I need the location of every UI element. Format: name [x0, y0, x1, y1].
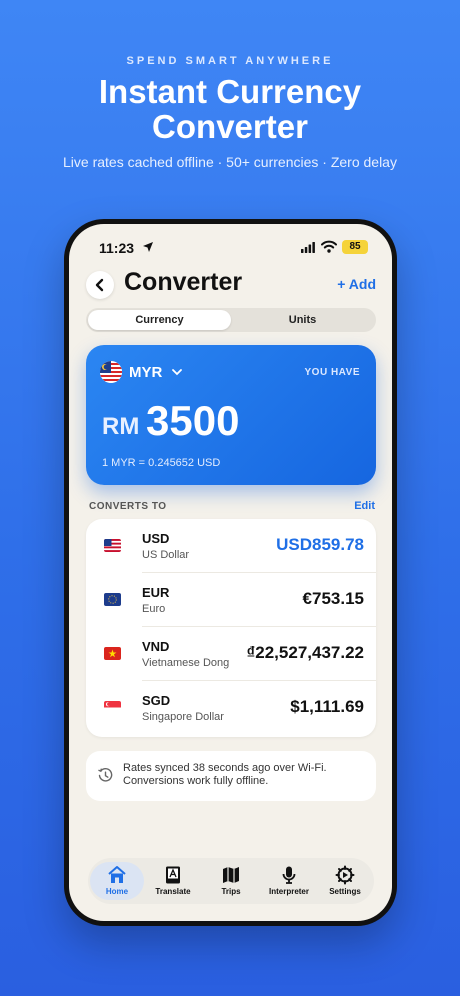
chevron-left-icon: [95, 278, 104, 292]
location-arrow-icon: [143, 242, 153, 252]
cellular-signal-icon: [301, 242, 315, 253]
tab-home[interactable]: Home: [90, 858, 144, 904]
microphone-icon: [282, 866, 296, 884]
eu-flag-icon: [104, 593, 121, 606]
sync-status-text: Rates synced 38 seconds ago over Wi-Fi. …: [123, 762, 368, 788]
hero-subline: Live rates cached offline · 50+ currenci…: [63, 154, 397, 170]
singapore-flag-icon: [104, 701, 121, 714]
history-clock-icon: [98, 768, 113, 782]
currency-code: EUR: [142, 585, 170, 600]
status-bar: 11:23 85: [69, 238, 392, 258]
malaysia-flag-icon: [100, 361, 122, 383]
list-item[interactable]: SGD Singapore Dollar $1,111.69: [86, 681, 376, 735]
tab-translate-label: Translate: [155, 887, 191, 896]
converted-value: €753.15: [302, 589, 364, 608]
conversion-list: USD US Dollar USD859.78 EUR Euro €753.15: [86, 519, 376, 737]
vietnam-flag-icon: [104, 647, 121, 660]
tab-settings-label: Settings: [329, 887, 361, 896]
hero-headline-line1: Instant Currency: [98, 73, 362, 110]
app-screen: 11:23 85 Converter + Add Currency Units …: [69, 224, 392, 921]
status-time: 11:23: [99, 240, 135, 256]
converted-value: $1,111.69: [290, 697, 364, 716]
source-currency-selector[interactable]: MYR: [129, 364, 162, 381]
phone-frame: 11:23 85 Converter + Add Currency Units …: [64, 219, 397, 926]
edit-button[interactable]: Edit: [354, 500, 375, 512]
tab-units[interactable]: Units: [231, 310, 374, 330]
wifi-icon: [321, 240, 337, 253]
currency-name: Vietnamese Dong: [142, 657, 230, 669]
tab-trips[interactable]: Trips: [204, 858, 258, 904]
converted-value: USD859.78: [276, 535, 364, 554]
sync-status-card: Rates synced 38 seconds ago over Wi-Fi. …: [86, 751, 376, 801]
currency-name: Singapore Dollar: [142, 711, 224, 723]
currency-name: US Dollar: [142, 549, 190, 561]
converted-value: ₫22,527,437.22: [246, 643, 364, 662]
currency-code: SGD: [142, 693, 171, 708]
source-amount-card[interactable]: MYR YOU HAVE RM 3500 1 MYR = 0.245652 US…: [86, 345, 376, 485]
tab-currency[interactable]: Currency: [88, 310, 231, 330]
add-button[interactable]: + Add: [337, 276, 376, 292]
currency-code: VND: [142, 639, 170, 654]
sync-line-1: Rates synced 38 seconds ago over Wi-Fi.: [123, 762, 327, 774]
list-item[interactable]: USD US Dollar USD859.78: [86, 519, 376, 573]
chevron-down-icon[interactable]: [172, 368, 182, 376]
gear-icon: [335, 865, 355, 885]
mode-segmented-control: Currency Units: [86, 308, 376, 332]
currency-code: USD: [142, 531, 170, 546]
page-title: Converter: [124, 268, 243, 296]
sync-line-2: Conversions work fully offline.: [123, 775, 269, 787]
map-icon: [223, 867, 239, 883]
currency-name: Euro: [142, 603, 166, 615]
tab-interpreter[interactable]: Interpreter: [262, 858, 316, 904]
tab-home-label: Home: [105, 887, 129, 896]
battery-badge: 85: [342, 240, 368, 254]
exchange-rate-text: 1 MYR = 0.245652 USD: [102, 457, 221, 469]
hero-eyebrow: SPEND SMART ANYWHERE: [126, 55, 334, 67]
source-amount-input[interactable]: 3500: [146, 397, 239, 445]
tab-translate[interactable]: Translate: [146, 858, 200, 904]
translate-icon: [166, 866, 180, 884]
tab-trips-label: Trips: [221, 887, 241, 896]
back-button[interactable]: [86, 271, 114, 299]
you-have-label: YOU HAVE: [304, 367, 360, 378]
tab-settings[interactable]: Settings: [318, 858, 372, 904]
tab-interpreter-label: Interpreter: [268, 887, 309, 896]
list-item[interactable]: EUR Euro €753.15: [86, 573, 376, 627]
hero-headline: Instant Currency Converter: [0, 74, 460, 144]
us-flag-icon: [104, 539, 121, 552]
bottom-tab-bar: Home Translate Trips Interpreter Setting…: [88, 858, 374, 904]
home-icon: [108, 866, 126, 883]
converts-to-heading: CONVERTS TO: [89, 501, 167, 512]
list-item[interactable]: VND Vietnamese Dong ₫22,527,437.22: [86, 627, 376, 681]
currency-prefix: RM: [102, 413, 140, 440]
hero-headline-line2: Converter: [152, 108, 308, 145]
